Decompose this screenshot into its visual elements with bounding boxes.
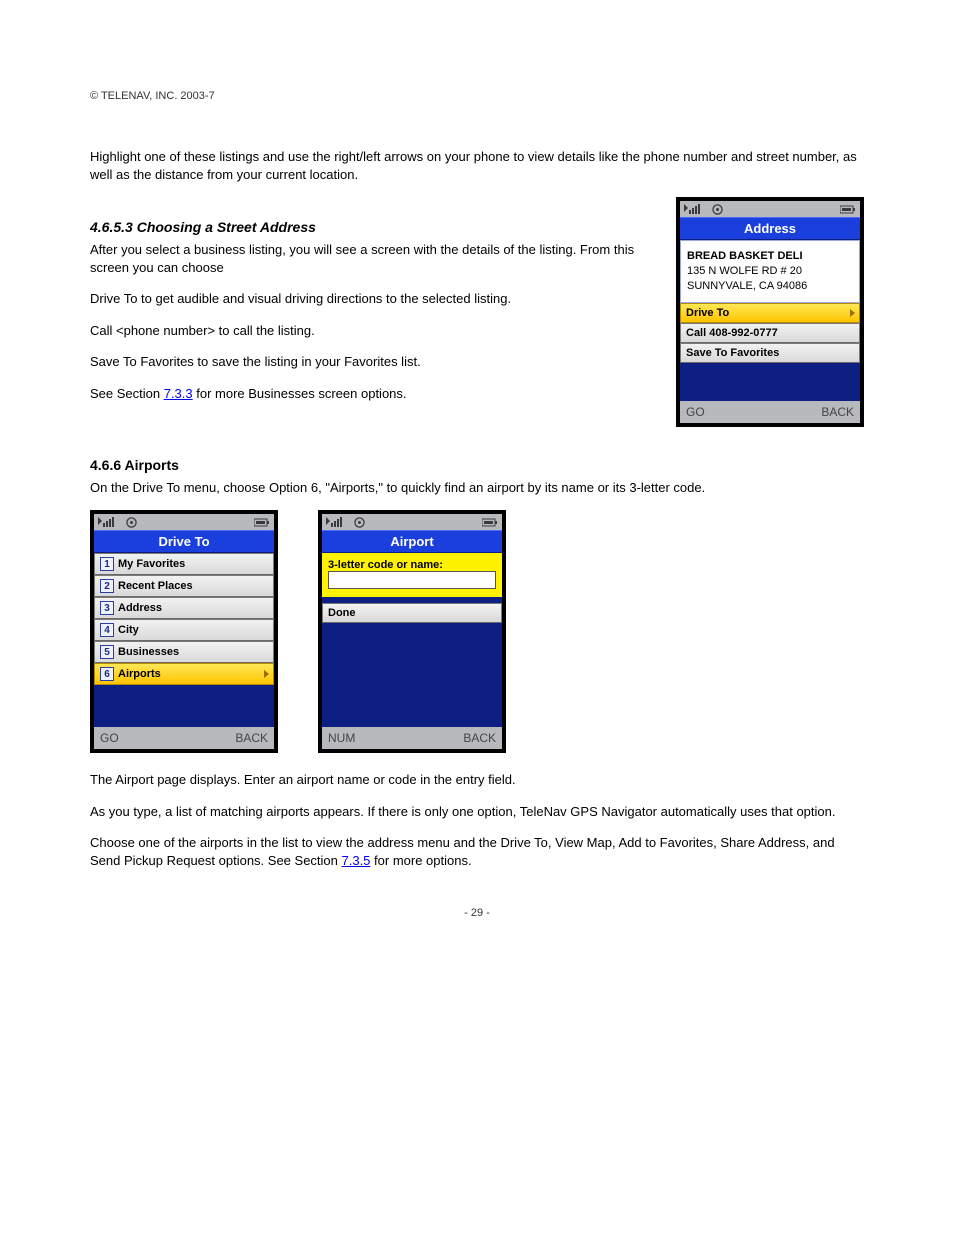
done-button[interactable]: Done: [322, 603, 502, 623]
menu-businesses[interactable]: 5Businesses: [94, 641, 274, 663]
signal-icon: [684, 204, 706, 214]
menu-index: 1: [100, 557, 114, 571]
softkey-bar: GO BACK: [94, 727, 274, 749]
menu-index: 3: [100, 601, 114, 615]
softkey-bar: GO BACK: [680, 401, 860, 423]
signal-icon: [326, 517, 348, 527]
heading-airports: 4.6.6 Airports: [90, 457, 864, 473]
phone-body-fill: [322, 623, 502, 727]
menu-index: 4: [100, 623, 114, 637]
phone-mock-drive-to: Drive To 1My Favorites 2Recent Places 3A…: [90, 510, 278, 753]
phone-title: Drive To: [94, 530, 274, 553]
softkey-left[interactable]: NUM: [328, 731, 355, 745]
action-drive-to[interactable]: Drive To: [680, 303, 860, 323]
menu-address[interactable]: 3Address: [94, 597, 274, 619]
action-call[interactable]: Call 408-992-0777: [680, 323, 860, 343]
battery-icon: [254, 518, 270, 527]
phone-mock-address: Address BREAD BASKET DELI 135 N WOLFE RD…: [676, 197, 864, 427]
softkey-right[interactable]: BACK: [821, 405, 854, 419]
softkey-left[interactable]: GO: [100, 731, 119, 745]
phone-title: Airport: [322, 530, 502, 553]
menu-my-favorites[interactable]: 1My Favorites: [94, 553, 274, 575]
gear-icon: [126, 517, 137, 528]
phone-body-fill: [94, 685, 274, 727]
phone-mock-airport: Airport 3-letter code or name: Done NUM …: [318, 510, 506, 753]
intro-paragraph: Highlight one of these listings and use …: [90, 148, 864, 183]
address-line-1: 135 N WOLFE RD # 20: [687, 264, 853, 279]
battery-icon: [482, 518, 498, 527]
softkey-right[interactable]: BACK: [463, 731, 496, 745]
airport-code-input[interactable]: [328, 571, 496, 589]
menu-recent-places[interactable]: 2Recent Places: [94, 575, 274, 597]
phone-title: Address: [680, 217, 860, 240]
link-7-3-5[interactable]: 7.3.5: [342, 853, 371, 868]
para-airport-page: The Airport page displays. Enter an airp…: [90, 771, 864, 789]
softkey-left[interactable]: GO: [686, 405, 705, 419]
menu-city[interactable]: 4City: [94, 619, 274, 641]
airport-input-panel: 3-letter code or name:: [322, 553, 502, 597]
address-details: BREAD BASKET DELI 135 N WOLFE RD # 20 SU…: [680, 240, 860, 303]
softkey-bar: NUM BACK: [322, 727, 502, 749]
input-prompt: 3-letter code or name:: [328, 559, 496, 571]
para-airports-intro: On the Drive To menu, choose Option 6, "…: [90, 479, 864, 497]
menu-index: 6: [100, 667, 114, 681]
gear-icon: [712, 204, 723, 215]
link-7-3-3[interactable]: 7.3.3: [164, 386, 193, 401]
signal-icon: [98, 517, 120, 527]
status-bar: [680, 201, 860, 217]
copyright-text: © TELENAV, INC. 2003-7: [90, 90, 864, 102]
phone-body-fill: [680, 363, 860, 401]
menu-index: 5: [100, 645, 114, 659]
menu-airports[interactable]: 6Airports: [94, 663, 274, 685]
status-bar: [322, 514, 502, 530]
para-choose-airport: Choose one of the airports in the list t…: [90, 834, 864, 869]
action-save-favorites[interactable]: Save To Favorites: [680, 343, 860, 363]
menu-index: 2: [100, 579, 114, 593]
para-matching-list: As you type, a list of matching airports…: [90, 803, 864, 821]
page-number: - 29 -: [90, 907, 864, 919]
address-line-2: SUNNYVALE, CA 94086: [687, 279, 853, 294]
status-bar: [94, 514, 274, 530]
softkey-right[interactable]: BACK: [235, 731, 268, 745]
business-name: BREAD BASKET DELI: [687, 249, 853, 264]
gear-icon: [354, 517, 365, 528]
battery-icon: [840, 205, 856, 214]
